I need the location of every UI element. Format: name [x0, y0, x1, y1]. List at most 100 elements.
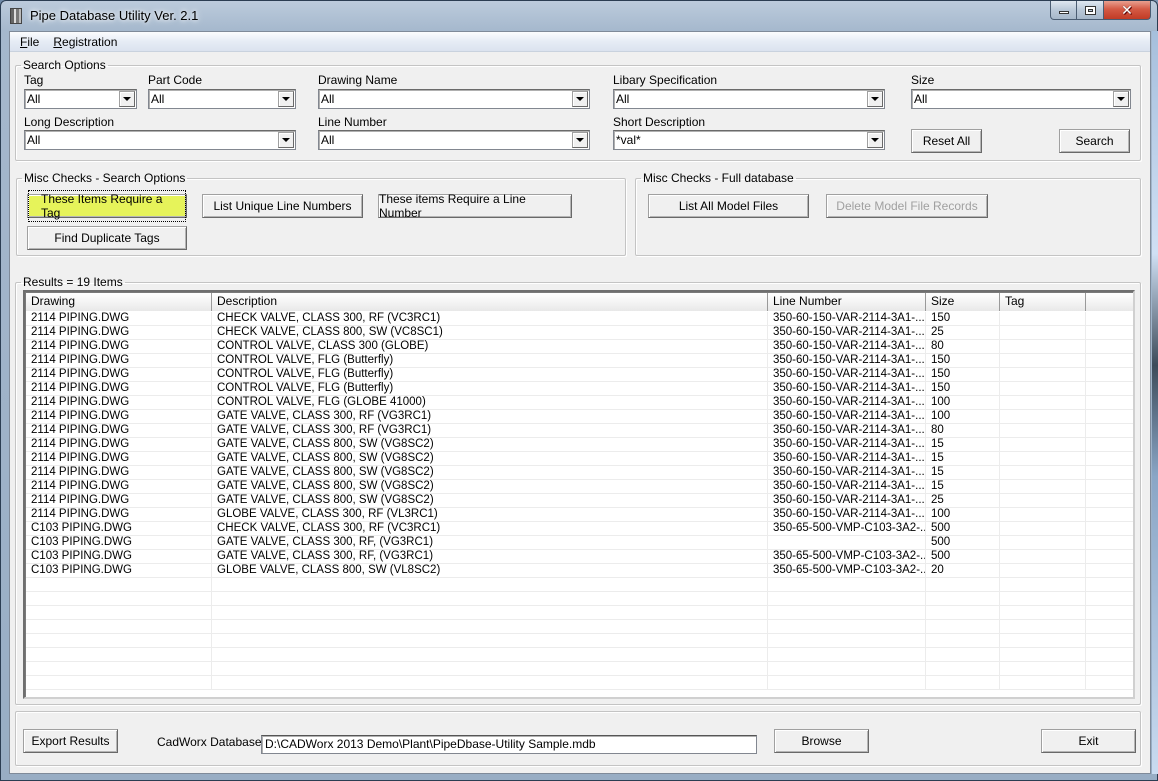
list-model-files-button[interactable]: List All Model Files	[648, 194, 809, 218]
reset-all-button[interactable]: Reset All	[911, 129, 982, 153]
drawing-name-dropdown-button[interactable]	[572, 91, 588, 107]
close-button[interactable]: ✕	[1104, 1, 1151, 20]
empty-cell	[768, 606, 926, 619]
table-row[interactable]: 2114 PIPING.DWG CONTROL VALVE, CLASS 300 …	[26, 340, 1133, 354]
cell-line-number: 350-60-150-VAR-2114-3A1-...	[768, 368, 926, 381]
cell-size: 20	[926, 564, 1000, 577]
short-description-combo[interactable]: *val*	[613, 130, 885, 150]
tag-dropdown-button[interactable]	[119, 91, 135, 107]
column-header-size[interactable]: Size	[926, 293, 1000, 311]
empty-row	[26, 676, 1133, 690]
table-row[interactable]: C103 PIPING.DWG GATE VALVE, CLASS 300, RF…	[26, 550, 1133, 564]
results-grid[interactable]: Drawing Description Line Number Size Tag 211…	[23, 290, 1135, 699]
menu-file-label: ile	[27, 34, 40, 49]
cell-line-number: 350-65-500-VMP-C103-3A2-...	[768, 564, 926, 577]
cell-size: 15	[926, 452, 1000, 465]
empty-cell	[212, 578, 768, 591]
cell-line-number: 350-60-150-VAR-2114-3A1-...	[768, 452, 926, 465]
database-path-input[interactable]: D:\CADWorx 2013 Demo\Plant\PipeDbase-Uti…	[261, 735, 757, 754]
empty-cell	[1000, 620, 1086, 633]
cell-description: GATE VALVE, CLASS 300, RF (VG3RC1)	[212, 424, 768, 437]
table-row[interactable]: 2114 PIPING.DWG GATE VALVE, CLASS 800, SW…	[26, 452, 1133, 466]
menu-registration-accel: R	[53, 34, 63, 49]
search-button[interactable]: Search	[1059, 129, 1130, 153]
table-row[interactable]: 2114 PIPING.DWG CHECK VALVE, CLASS 300, R…	[26, 312, 1133, 326]
table-row[interactable]: 2114 PIPING.DWG GATE VALVE, CLASS 800, SW…	[26, 438, 1133, 452]
cell-filler	[1086, 326, 1133, 339]
empty-cell	[26, 648, 212, 661]
cell-tag	[1000, 424, 1086, 437]
title-bar[interactable]: Pipe Database Utility Ver. 2.1 ✕	[1, 1, 1157, 31]
cell-description: GLOBE VALVE, CLASS 300, RF (VL3RC1)	[212, 508, 768, 521]
cell-size: 150	[926, 382, 1000, 395]
table-row[interactable]: 2114 PIPING.DWG GATE VALVE, CLASS 800, SW…	[26, 466, 1133, 480]
size-combo[interactable]: All	[911, 89, 1131, 109]
cell-line-number: 350-60-150-VAR-2114-3A1-...	[768, 326, 926, 339]
long-description-dropdown-button[interactable]	[278, 132, 294, 148]
cell-size: 15	[926, 466, 1000, 479]
grid-body: 2114 PIPING.DWG CHECK VALVE, CLASS 300, R…	[26, 312, 1133, 697]
library-spec-dropdown-button[interactable]	[867, 91, 883, 107]
part-code-label: Part Code	[148, 73, 203, 87]
table-row[interactable]: 2114 PIPING.DWG CONTROL VALVE, FLG (Butte…	[26, 354, 1133, 368]
cell-line-number: 350-60-150-VAR-2114-3A1-...	[768, 340, 926, 353]
menu-file[interactable]: File	[13, 35, 46, 49]
table-row[interactable]: 2114 PIPING.DWG GATE VALVE, CLASS 300, RF…	[26, 424, 1133, 438]
part-code-dropdown-button[interactable]	[278, 91, 294, 107]
short-description-value: *val*	[616, 133, 641, 147]
part-code-combo[interactable]: All	[148, 89, 296, 109]
empty-cell	[212, 592, 768, 605]
size-dropdown-button[interactable]	[1113, 91, 1129, 107]
short-description-label: Short Description	[613, 115, 706, 129]
export-results-button[interactable]: Export Results	[23, 729, 118, 753]
cell-drawing: C103 PIPING.DWG	[26, 522, 212, 535]
empty-cell	[212, 620, 768, 633]
require-tag-button[interactable]: These Items Require a Tag	[27, 190, 187, 222]
cell-drawing: 2114 PIPING.DWG	[26, 326, 212, 339]
short-description-dropdown-button[interactable]	[867, 132, 883, 148]
minimize-button[interactable]	[1050, 1, 1077, 20]
empty-cell	[212, 634, 768, 647]
cell-description: CONTROL VALVE, FLG (GLOBE 41000)	[212, 396, 768, 409]
empty-cell	[1086, 620, 1133, 633]
long-description-combo[interactable]: All	[24, 130, 296, 150]
column-header-tag[interactable]: Tag	[1000, 293, 1086, 311]
library-spec-combo[interactable]: All	[613, 89, 885, 109]
tag-combo[interactable]: All	[24, 89, 137, 109]
library-spec-value: All	[616, 92, 630, 106]
table-row[interactable]: C103 PIPING.DWG CHECK VALVE, CLASS 300, R…	[26, 522, 1133, 536]
exit-button[interactable]: Exit	[1041, 729, 1136, 753]
require-line-number-button[interactable]: These items Require a Line Number	[378, 192, 572, 220]
table-row[interactable]: 2114 PIPING.DWG GATE VALVE, CLASS 800, SW…	[26, 480, 1133, 494]
column-header-drawing[interactable]: Drawing	[26, 293, 212, 311]
cell-size: 100	[926, 410, 1000, 423]
long-description-value: All	[27, 133, 41, 147]
table-row[interactable]: 2114 PIPING.DWG CHECK VALVE, CLASS 800, S…	[26, 326, 1133, 340]
empty-row	[26, 662, 1133, 676]
table-row[interactable]: C103 PIPING.DWG GATE VALVE, CLASS 300, RF…	[26, 536, 1133, 550]
table-row[interactable]: 2114 PIPING.DWG CONTROL VALVE, FLG (Butte…	[26, 382, 1133, 396]
unique-line-numbers-button[interactable]: List Unique Line Numbers	[202, 194, 363, 218]
column-header-description[interactable]: Description	[212, 293, 768, 311]
empty-row	[26, 634, 1133, 648]
cell-tag	[1000, 452, 1086, 465]
maximize-button[interactable]	[1077, 1, 1104, 20]
app-icon[interactable]	[10, 8, 22, 24]
column-header-line-number[interactable]: Line Number	[768, 293, 926, 311]
column-header-filler[interactable]	[1086, 293, 1133, 311]
table-row[interactable]: C103 PIPING.DWG GLOBE VALVE, CLASS 800, S…	[26, 564, 1133, 578]
find-duplicate-tags-button[interactable]: Find Duplicate Tags	[27, 226, 187, 250]
table-row[interactable]: 2114 PIPING.DWG GATE VALVE, CLASS 300, RF…	[26, 410, 1133, 424]
table-row[interactable]: 2114 PIPING.DWG CONTROL VALVE, FLG (GLOBE…	[26, 396, 1133, 410]
table-row[interactable]: 2114 PIPING.DWG GATE VALVE, CLASS 800, SW…	[26, 494, 1133, 508]
cell-size: 500	[926, 536, 1000, 549]
menu-registration[interactable]: Registration	[46, 35, 124, 49]
cell-description: CONTROL VALVE, FLG (Butterfly)	[212, 368, 768, 381]
table-row[interactable]: 2114 PIPING.DWG CONTROL VALVE, FLG (Butte…	[26, 368, 1133, 382]
cell-drawing: 2114 PIPING.DWG	[26, 480, 212, 493]
table-row[interactable]: 2114 PIPING.DWG GLOBE VALVE, CLASS 300, R…	[26, 508, 1133, 522]
line-number-combo[interactable]: All	[318, 130, 590, 150]
drawing-name-combo[interactable]: All	[318, 89, 590, 109]
browse-button[interactable]: Browse	[774, 729, 869, 753]
line-number-dropdown-button[interactable]	[572, 132, 588, 148]
